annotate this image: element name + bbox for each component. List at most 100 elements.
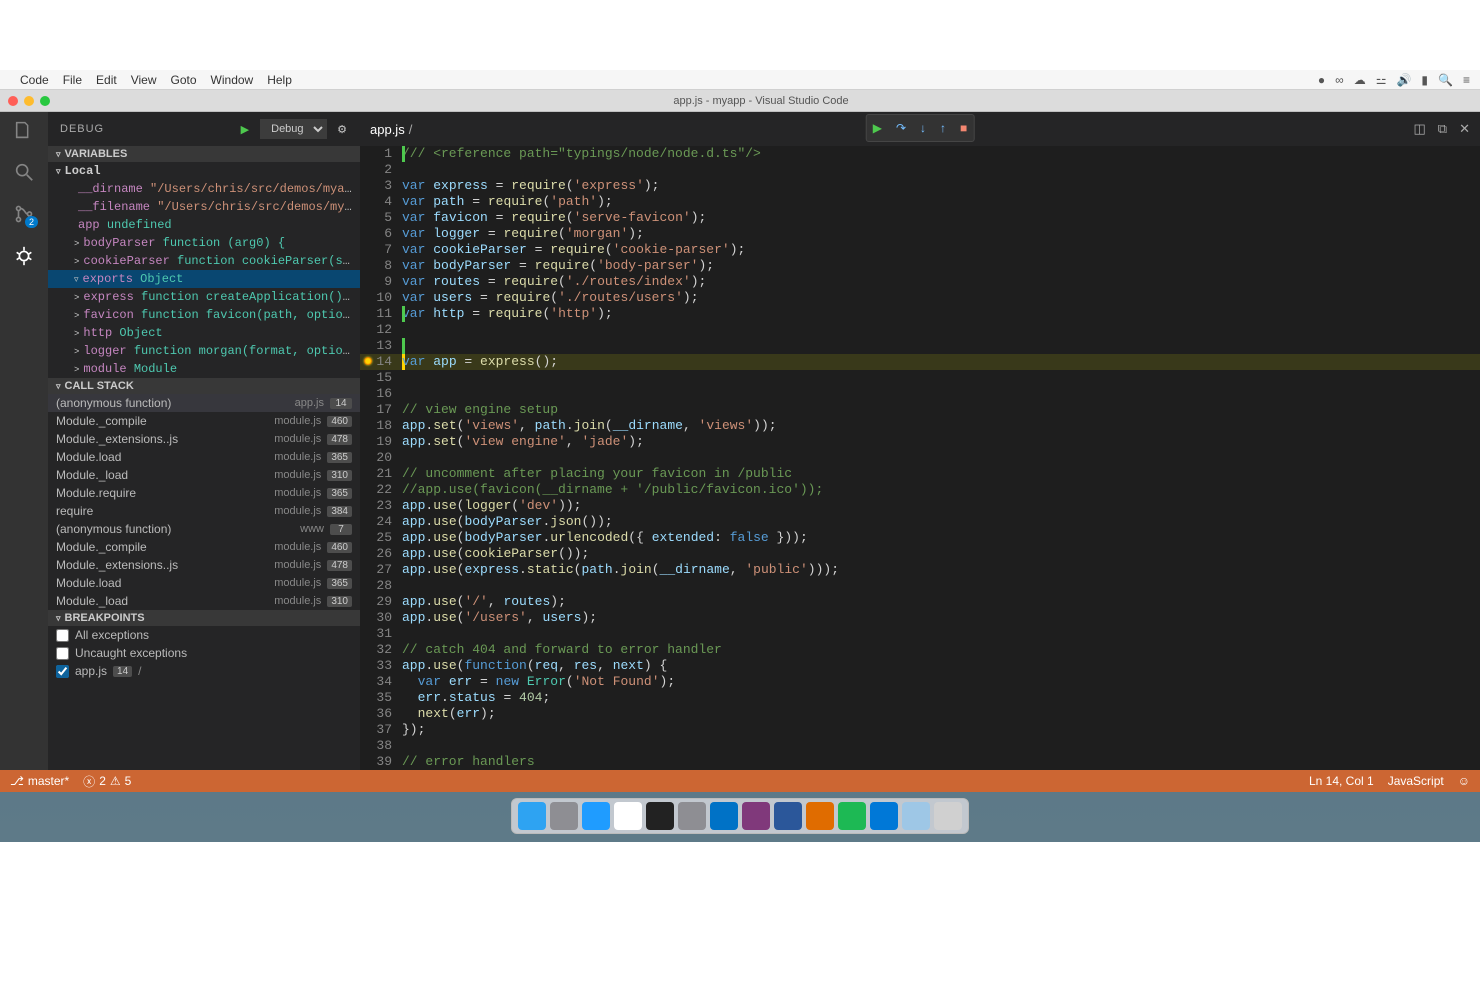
variable-row[interactable]: __dirname "/Users/chris/src/demos/myapp" — [48, 180, 360, 198]
callstack-frame[interactable]: Module._extensions..jsmodule.js478 — [48, 556, 360, 574]
feedback-icon[interactable]: ☺ — [1458, 774, 1470, 788]
breakpoint-row[interactable]: Uncaught exceptions — [48, 644, 360, 662]
search-icon[interactable]: 🔍 — [1438, 73, 1453, 87]
step-over-button[interactable]: ↷ — [896, 121, 906, 135]
callstack-frame[interactable]: Module._loadmodule.js310 — [48, 592, 360, 610]
callstack-frame[interactable]: Module._compilemodule.js460 — [48, 538, 360, 556]
code-line[interactable]: 35 err.status = 404; — [360, 690, 1480, 706]
dock-outlook-icon[interactable] — [710, 802, 738, 830]
code-line[interactable]: 16 — [360, 386, 1480, 402]
minimize-window-button[interactable] — [24, 96, 34, 106]
variable-row[interactable]: ▿exports Object — [48, 270, 360, 288]
code-line[interactable]: 11var http = require('http'); — [360, 306, 1480, 322]
dock-word-icon[interactable] — [774, 802, 802, 830]
code-line[interactable]: 14var app = express(); — [360, 354, 1480, 370]
stop-button[interactable]: ■ — [960, 121, 967, 135]
menu-goto[interactable]: Goto — [171, 73, 197, 87]
dock-chrome-icon[interactable] — [614, 802, 642, 830]
active-tab[interactable]: app.js — [370, 122, 405, 137]
debug-config-select[interactable]: Debug — [260, 119, 327, 139]
variables-section-header[interactable]: ▿VARIABLES — [48, 146, 360, 162]
dock-safari-icon[interactable] — [582, 802, 610, 830]
code-line[interactable]: 31 — [360, 626, 1480, 642]
breakpoints-section-header[interactable]: ▿BREAKPOINTS — [48, 610, 360, 626]
code-line[interactable]: 15 — [360, 370, 1480, 386]
menu-window[interactable]: Window — [211, 73, 254, 87]
dock-finder-icon[interactable] — [518, 802, 546, 830]
code-line[interactable]: 10var users = require('./routes/users'); — [360, 290, 1480, 306]
breakpoint-checkbox[interactable] — [56, 665, 69, 678]
breakpoint-checkbox[interactable] — [56, 647, 69, 660]
code-line[interactable]: 37}); — [360, 722, 1480, 738]
close-editor-icon[interactable]: ✕ — [1459, 121, 1470, 137]
dock-trash-icon[interactable] — [934, 802, 962, 830]
code-editor[interactable]: 1/// <reference path="typings/node/node.… — [360, 146, 1480, 770]
menu-icon[interactable]: ≡ — [1463, 73, 1470, 87]
code-line[interactable]: 9var routes = require('./routes/index'); — [360, 274, 1480, 290]
dock-settings-icon[interactable] — [678, 802, 706, 830]
breakpoint-marker-icon[interactable] — [364, 357, 372, 365]
code-line[interactable]: 22//app.use(favicon(__dirname + '/public… — [360, 482, 1480, 498]
menu-file[interactable]: File — [63, 73, 82, 87]
menu-code[interactable]: Code — [20, 73, 49, 87]
language-mode[interactable]: JavaScript — [1388, 774, 1444, 788]
variable-row[interactable]: >http Object — [48, 324, 360, 342]
code-line[interactable]: 33app.use(function(req, res, next) { — [360, 658, 1480, 674]
code-line[interactable]: 30app.use('/users', users); — [360, 610, 1480, 626]
configure-icon[interactable]: ⚙ — [337, 123, 348, 136]
debug-icon[interactable] — [12, 244, 36, 268]
code-line[interactable]: 12 — [360, 322, 1480, 338]
callstack-frame[interactable]: Module.loadmodule.js365 — [48, 574, 360, 592]
git-icon[interactable]: 2 — [12, 202, 36, 226]
menu-help[interactable]: Help — [267, 73, 292, 87]
variable-row[interactable]: >bodyParser function (arg0) { — [48, 234, 360, 252]
code-line[interactable]: 1/// <reference path="typings/node/node.… — [360, 146, 1480, 162]
code-line[interactable]: 34 var err = new Error('Not Found'); — [360, 674, 1480, 690]
dock-onenote-icon[interactable] — [742, 802, 770, 830]
cursor-position[interactable]: Ln 14, Col 1 — [1309, 774, 1374, 788]
code-line[interactable]: 28 — [360, 578, 1480, 594]
git-branch-status[interactable]: ⎇ master* — [10, 774, 69, 788]
zoom-window-button[interactable] — [40, 96, 50, 106]
toggle-layout-icon[interactable]: ⧉ — [1438, 121, 1447, 137]
code-line[interactable]: 5var favicon = require('serve-favicon'); — [360, 210, 1480, 226]
code-line[interactable]: 2 — [360, 162, 1480, 178]
code-line[interactable]: 7var cookieParser = require('cookie-pars… — [360, 242, 1480, 258]
errors-status[interactable]: ⓧ 2 ⚠ 5 — [83, 773, 131, 790]
code-line[interactable]: 24app.use(bodyParser.json()); — [360, 514, 1480, 530]
dock-apps-icon[interactable] — [806, 802, 834, 830]
code-line[interactable]: 4var path = require('path'); — [360, 194, 1480, 210]
code-line[interactable]: 19app.set('view engine', 'jade'); — [360, 434, 1480, 450]
variable-row[interactable]: >favicon function favicon(path, options)… — [48, 306, 360, 324]
breakpoint-row[interactable]: app.js 14 / — [48, 662, 360, 680]
variable-row[interactable]: >logger function morgan(format, options)… — [48, 342, 360, 360]
split-editor-icon[interactable]: ◫ — [1414, 121, 1426, 137]
step-out-button[interactable]: ↑ — [940, 121, 946, 135]
code-line[interactable]: 3var express = require('express'); — [360, 178, 1480, 194]
callstack-frame[interactable]: Module._compilemodule.js460 — [48, 412, 360, 430]
dock-vscode-icon[interactable] — [870, 802, 898, 830]
dock-spotify-icon[interactable] — [838, 802, 866, 830]
variable-row[interactable]: app undefined — [48, 216, 360, 234]
callstack-frame[interactable]: (anonymous function)app.js14 — [48, 394, 360, 412]
callstack-frame[interactable]: Module._loadmodule.js310 — [48, 466, 360, 484]
dock-launchpad-icon[interactable] — [550, 802, 578, 830]
code-line[interactable]: 13 — [360, 338, 1480, 354]
dock-terminal-icon[interactable] — [646, 802, 674, 830]
explorer-icon[interactable] — [12, 118, 36, 142]
code-line[interactable]: 25app.use(bodyParser.urlencoded({ extend… — [360, 530, 1480, 546]
start-debug-button[interactable]: ▶ — [241, 123, 250, 136]
callstack-section-header[interactable]: ▿CALL STACK — [48, 378, 360, 394]
scope-local[interactable]: ▿Local — [48, 162, 360, 180]
continue-button[interactable]: ▶ — [873, 121, 882, 135]
variable-row[interactable]: >module Module — [48, 360, 360, 378]
callstack-frame[interactable]: requiremodule.js384 — [48, 502, 360, 520]
dock-folder-trash-icon[interactable] — [902, 802, 930, 830]
code-line[interactable]: 6var logger = require('morgan'); — [360, 226, 1480, 242]
breakpoint-row[interactable]: All exceptions — [48, 626, 360, 644]
variable-row[interactable]: __filename "/Users/chris/src/demos/myapp… — [48, 198, 360, 216]
callstack-frame[interactable]: (anonymous function)www7 — [48, 520, 360, 538]
callstack-frame[interactable]: Module._extensions..jsmodule.js478 — [48, 430, 360, 448]
code-line[interactable]: 38 — [360, 738, 1480, 754]
code-line[interactable]: 39// error handlers — [360, 754, 1480, 770]
